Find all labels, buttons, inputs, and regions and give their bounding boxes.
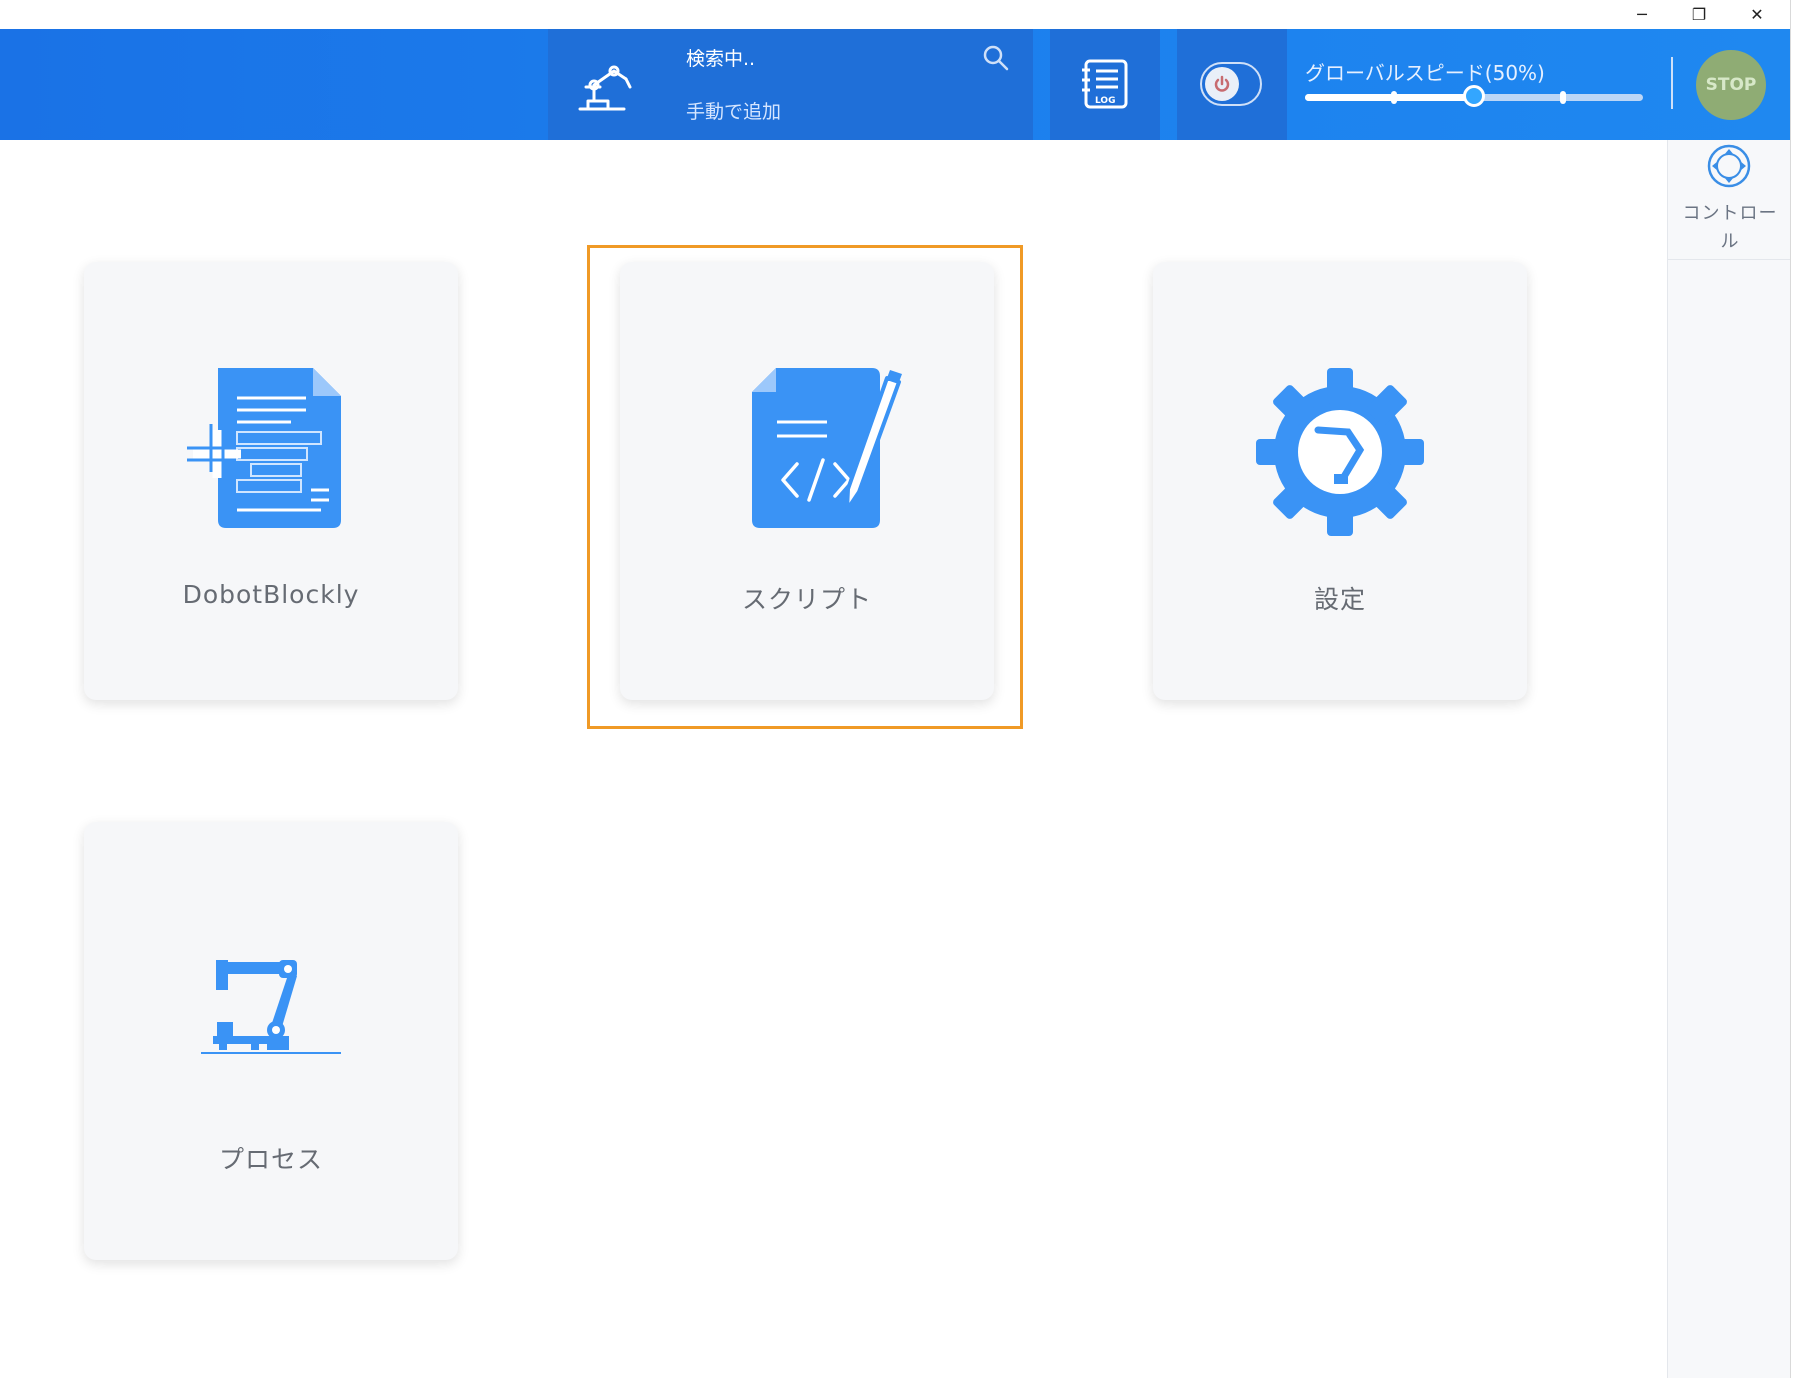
window-edge xyxy=(1790,0,1800,1378)
speed-slider-thumb[interactable] xyxy=(1463,85,1485,107)
settings-label: 設定 xyxy=(1313,585,1366,614)
search-status-text: 検索中.. xyxy=(686,48,756,70)
process-card[interactable]: プロセス xyxy=(84,822,458,1260)
restore-button[interactable]: ❐ xyxy=(1670,0,1728,29)
dobotblockly-label: DobotBlockly xyxy=(182,580,360,609)
blockly-doc-icon xyxy=(187,368,341,528)
process-label: プロセス xyxy=(218,1145,323,1174)
window-titlebar: ─ ❐ ✕ xyxy=(0,0,1800,29)
speed-slider-fill xyxy=(1305,94,1474,101)
power-toggle[interactable] xyxy=(1200,62,1262,106)
close-button[interactable]: ✕ xyxy=(1728,0,1786,29)
control-button[interactable]: コントロール xyxy=(1668,140,1791,260)
header-divider xyxy=(1671,57,1673,109)
settings-card[interactable]: 設定 xyxy=(1153,262,1527,700)
search-icon[interactable] xyxy=(981,43,1011,73)
control-label: コントロール xyxy=(1682,203,1778,252)
power-toggle-panel xyxy=(1177,29,1287,140)
top-header: 検索中.. 手動で追加 LOG グローバルスピード(50%) STOP xyxy=(0,29,1790,140)
settings-gear-icon xyxy=(1256,368,1424,536)
robot-connection-panel: 検索中.. 手動で追加 xyxy=(548,29,1033,140)
robot-arm-icon xyxy=(578,65,632,111)
power-icon xyxy=(1205,67,1239,101)
log-button[interactable]: LOG xyxy=(1050,29,1160,140)
process-robot-icon xyxy=(201,960,341,1054)
speed-slider-tick xyxy=(1560,91,1566,104)
minimize-button[interactable]: ─ xyxy=(1613,0,1671,29)
right-sidebar: コントロール xyxy=(1667,140,1791,1378)
direction-control-icon xyxy=(1707,144,1751,188)
global-speed-slider[interactable] xyxy=(1305,85,1643,107)
svg-text:LOG: LOG xyxy=(1095,96,1115,106)
global-speed-label: グローバルスピード(50%) xyxy=(1305,61,1545,85)
manual-add-link[interactable]: 手動で追加 xyxy=(686,97,781,124)
stop-button[interactable]: STOP xyxy=(1696,50,1766,120)
selection-highlight xyxy=(587,245,1023,729)
log-icon: LOG xyxy=(1082,59,1128,109)
speed-slider-tick xyxy=(1391,91,1397,104)
dobotblockly-card[interactable]: DobotBlockly xyxy=(84,262,458,700)
